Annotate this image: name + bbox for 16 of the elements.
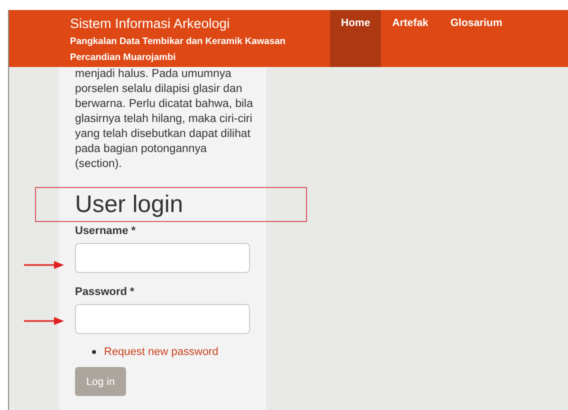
nav-link[interactable]: Home [330, 10, 382, 67]
paragraph: menjadi halus. Pada umumnya porselen selalu dilapisi glasir dan berwarna. Perlu dicatat bahwa, bila glasirnya telah hilang, maka ciri-ciri yang telah disebutkan dapat dilihat pada bagian potongannya (section). [75, 67, 254, 172]
bullet-icon [92, 350, 96, 354]
input-field[interactable] [75, 243, 250, 273]
site-subtitle: Pangkalan Data Tembikar dan Keramik Kawasan Percandian Muarojambi [70, 34, 287, 64]
nav-link[interactable]: Artefak [381, 10, 440, 67]
field-label: Password * [75, 285, 136, 299]
nav-link[interactable]: Glosarium [439, 10, 514, 67]
arrow-icon [24, 316, 64, 326]
password-link[interactable]: Request new password [104, 346, 218, 358]
arrow-icon [24, 260, 64, 270]
login-button[interactable]: Log in [75, 367, 126, 396]
field-label: Username * [75, 224, 137, 238]
login-heading: User login [75, 192, 184, 218]
input-field[interactable] [75, 304, 250, 334]
site-title[interactable]: Sistem Informasi Arkeologi [70, 15, 330, 33]
